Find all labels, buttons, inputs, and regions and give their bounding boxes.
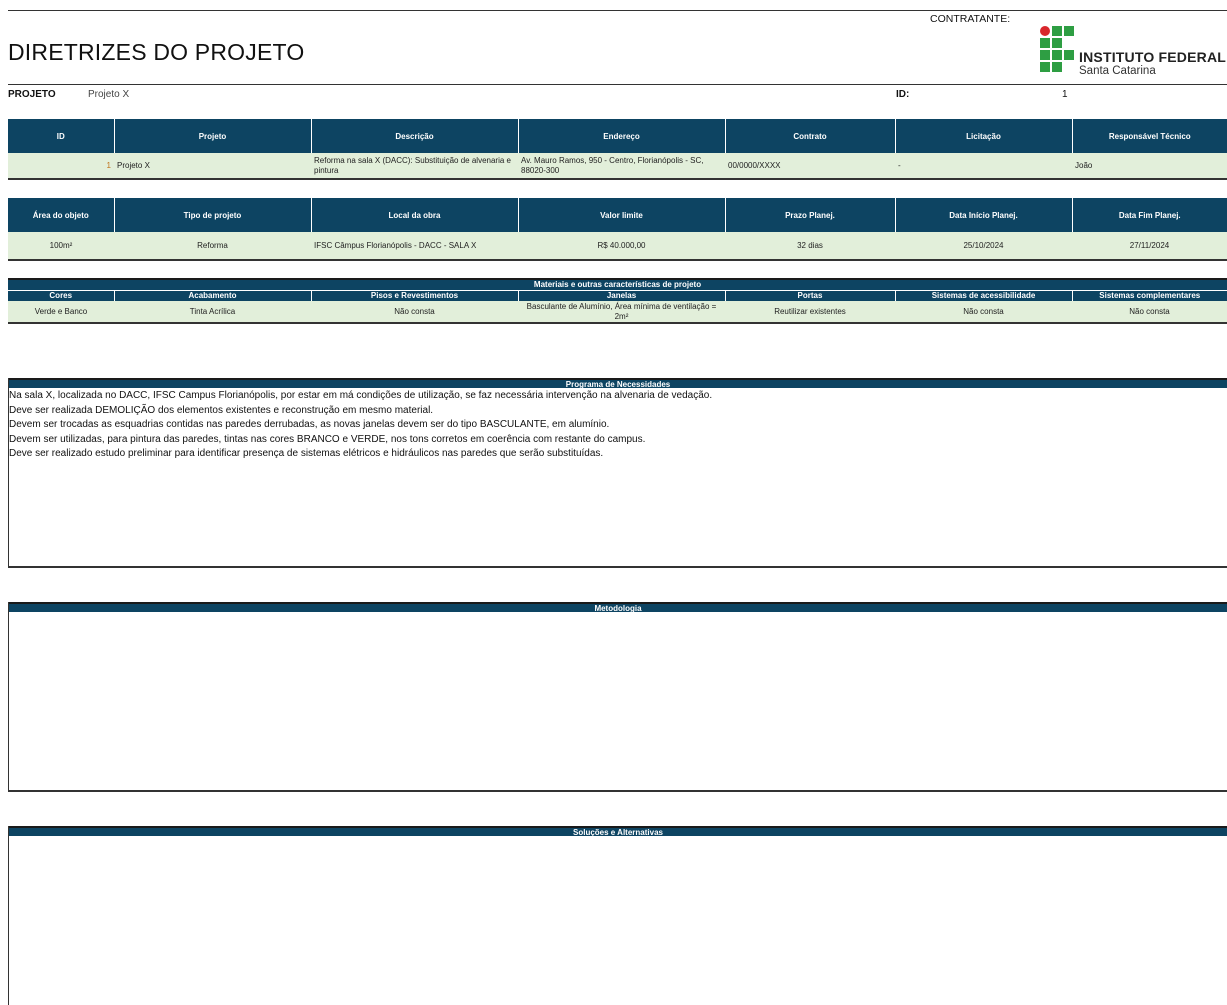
programa-text[interactable]: Na sala X, localizada no DACC, IFSC Camp… [9, 388, 1227, 462]
column-header-licitacao: Licitação [894, 119, 1072, 153]
column-header-complementares: Sistemas complementares [1071, 289, 1227, 301]
column-header-responsavel: Responsável Técnico [1071, 119, 1227, 153]
contratante-label: CONTRATANTE: [930, 13, 1011, 25]
project-info-table: ID Projeto Descrição Endereço Contrato L… [8, 119, 1227, 180]
column-header-cores: Cores [8, 289, 114, 301]
column-header-valor: Valor limite [517, 198, 725, 232]
cell-responsavel[interactable]: João [1072, 153, 1227, 180]
cell-tipo[interactable]: Reforma [114, 232, 311, 261]
column-header-contrato: Contrato [724, 119, 895, 153]
planning-table: Área do objeto Tipo de projeto Local da … [8, 198, 1227, 261]
cell-cores[interactable]: Verde e Banco [8, 301, 114, 324]
programa-line: Deve ser realizada DEMOLIÇÃO dos element… [9, 404, 434, 416]
materials-title: Materiais e outras características de pr… [8, 278, 1227, 290]
cell-data-inicio[interactable]: 25/10/2024 [895, 232, 1072, 261]
solucoes-section: Soluções e Alternativas [8, 826, 1227, 1005]
cell-janelas[interactable]: Basculante de Alumínio, Área mínima de v… [518, 301, 725, 324]
metodologia-section: Metodologia [8, 602, 1227, 792]
cell-licitacao[interactable]: - [895, 153, 1072, 180]
column-header-prazo: Prazo Planej. [724, 198, 895, 232]
column-header-acessibilidade: Sistemas de acessibilidade [894, 289, 1072, 301]
page-title: DIRETRIZES DO PROJETO [8, 39, 305, 65]
cell-area[interactable]: 100m² [8, 232, 114, 261]
table-title-row: Materiais e outras características de pr… [8, 278, 1227, 290]
cell-complementares[interactable]: Não consta [1072, 301, 1227, 324]
programa-line: Deve ser realizado estudo preliminar par… [9, 448, 604, 459]
table-row: 100m² Reforma IFSC Câmpus Florianópolis … [8, 232, 1227, 261]
column-header-area: Área do objeto [8, 198, 114, 232]
document-header: DIRETRIZES DO PROJETO CONTRATANTE: INSTI… [8, 10, 1227, 85]
column-header-projeto: Projeto [113, 119, 311, 153]
programa-line: Devem ser trocadas as esquadrias contida… [9, 419, 610, 430]
column-header-pisos: Pisos e Revestimentos [310, 289, 518, 301]
table-header-row: Área do objeto Tipo de projeto Local da … [8, 198, 1227, 232]
solucoes-title: Soluções e Alternativas [9, 826, 1227, 837]
ifsc-logo-icon [1040, 26, 1076, 74]
materials-table: Materiais e outras características de pr… [8, 278, 1227, 324]
column-header-local: Local da obra [310, 198, 518, 232]
cell-descricao[interactable]: Reforma na sala X (DACC): Substituição d… [311, 153, 518, 180]
cell-id[interactable]: 1 [8, 153, 114, 180]
projeto-label: PROJETO [8, 89, 56, 100]
column-header-descricao: Descrição [310, 119, 518, 153]
table-header-row: ID Projeto Descrição Endereço Contrato L… [8, 119, 1227, 153]
column-header-portas: Portas [724, 289, 895, 301]
table-row: Verde e Banco Tinta Acrílica Não consta … [8, 301, 1227, 324]
cell-endereco[interactable]: Av. Mauro Ramos, 950 - Centro, Florianóp… [518, 153, 725, 180]
column-header-tipo: Tipo de projeto [113, 198, 311, 232]
programa-necessidades-section: Programa de Necessidades Na sala X, loca… [8, 378, 1227, 568]
metodologia-title: Metodologia [9, 602, 1227, 613]
cell-prazo[interactable]: 32 dias [725, 232, 895, 261]
cell-contrato[interactable]: 00/0000/XXXX [725, 153, 895, 180]
project-row: PROJETO Projeto X ID: 1 [8, 86, 1227, 114]
logo-name: INSTITUTO FEDERAL [1079, 49, 1227, 65]
programa-line: Devem ser utilizadas, para pintura das p… [9, 433, 646, 445]
id-value[interactable]: 1 [1062, 89, 1068, 100]
cell-local[interactable]: IFSC Câmpus Florianópolis - DACC - SALA … [311, 232, 518, 261]
logo-subtitle: Santa Catarina [1079, 65, 1156, 77]
projeto-value[interactable]: Projeto X [88, 89, 129, 100]
column-header-janelas: Janelas [517, 289, 725, 301]
table-header-row: Cores Acabamento Pisos e Revestimentos J… [8, 289, 1227, 301]
table-row: 1 Projeto X Reforma na sala X (DACC): Su… [8, 153, 1227, 180]
cell-portas[interactable]: Reutilizar existentes [725, 301, 895, 324]
column-header-endereco: Endereço [517, 119, 725, 153]
id-label: ID: [896, 89, 910, 100]
cell-acabamento[interactable]: Tinta Acrílica [114, 301, 311, 324]
cell-acessibilidade[interactable]: Não consta [895, 301, 1072, 324]
programa-title: Programa de Necessidades [9, 378, 1227, 389]
cell-valor[interactable]: R$ 40.000,00 [518, 232, 725, 261]
column-header-id: ID [8, 119, 114, 153]
cell-pisos[interactable]: Não consta [311, 301, 518, 324]
programa-line: Na sala X, localizada no DACC, IFSC Camp… [9, 390, 713, 401]
cell-projeto[interactable]: Projeto X [114, 153, 311, 180]
column-header-data-inicio: Data Início Planej. [894, 198, 1072, 232]
cell-data-fim[interactable]: 27/11/2024 [1072, 232, 1227, 261]
column-header-acabamento: Acabamento [113, 289, 311, 301]
ifsc-logo: INSTITUTO FEDERAL Santa Catarina [1033, 23, 1227, 83]
column-header-data-fim: Data Fim Planej. [1071, 198, 1227, 232]
